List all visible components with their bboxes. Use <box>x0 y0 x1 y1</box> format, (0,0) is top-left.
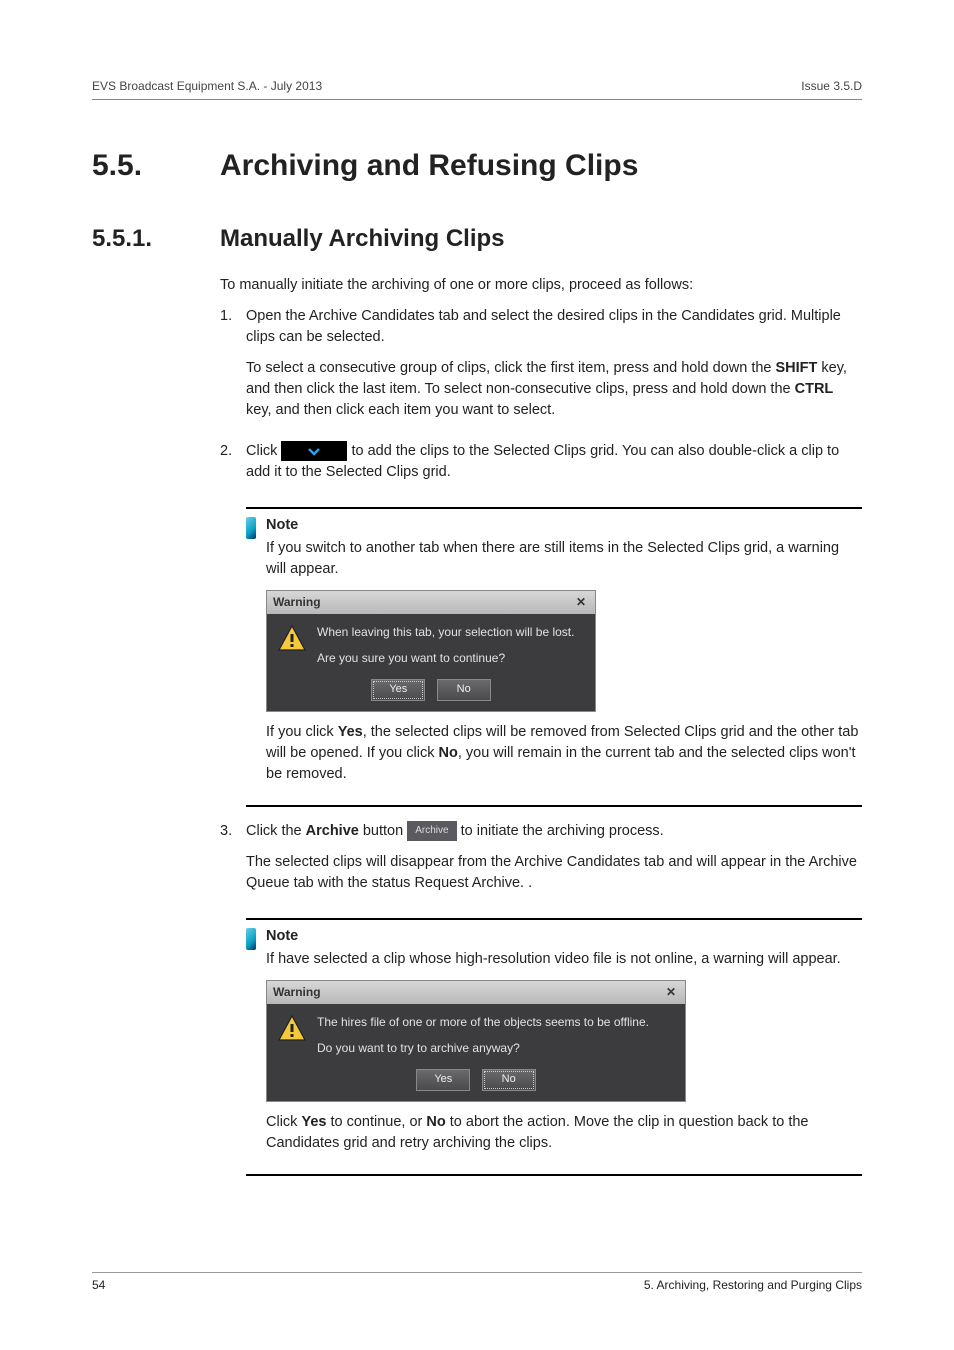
page-footer: 54 5. Archiving, Restoring and Purging C… <box>92 1272 862 1294</box>
yes-button[interactable]: Yes <box>371 679 425 701</box>
note-2-title: Note <box>266 926 862 947</box>
warning-dialog-2: Warning ✕ The hires file of one or more … <box>266 980 686 1102</box>
note-stripe-icon <box>246 928 256 950</box>
subsection-title: Manually Archiving Clips <box>220 222 505 257</box>
step-1-number: 1. <box>220 306 246 431</box>
step-3-number: 3. <box>220 821 246 904</box>
close-icon[interactable]: ✕ <box>663 985 679 1001</box>
add-down-icon <box>281 441 347 461</box>
step-3-p2: The selected clips will disappear from t… <box>246 852 862 894</box>
note-box-2: Note If have selected a clip whose high-… <box>246 918 862 1176</box>
step-3-p1: Click the Archive button Archive to init… <box>246 821 862 842</box>
step-2-number: 2. <box>220 441 246 493</box>
note-1-text: If you switch to another tab when there … <box>266 538 862 580</box>
header-rule <box>92 99 862 100</box>
header-right: Issue 3.5.D <box>801 78 862 95</box>
archive-button-icon: Archive <box>407 821 456 841</box>
step-1: 1. Open the Archive Candidates tab and s… <box>220 306 862 431</box>
close-icon[interactable]: ✕ <box>573 595 589 611</box>
footer-chapter: 5. Archiving, Restoring and Purging Clip… <box>644 1277 862 1294</box>
warning-icon <box>277 1014 307 1042</box>
warning-icon <box>277 624 307 652</box>
step-3: 3. Click the Archive button Archive to i… <box>220 821 862 904</box>
note-stripe-icon <box>246 517 256 539</box>
step-1-p1: Open the Archive Candidates tab and sele… <box>246 306 862 348</box>
section-title: Archiving and Refusing Clips <box>220 144 638 188</box>
step-1-p2: To select a consecutive group of clips, … <box>246 358 862 421</box>
dialog-2-title: Warning <box>273 984 321 1001</box>
note-2-after: Click Yes to continue, or No to abort th… <box>266 1112 862 1154</box>
step-2: 2. Click to add the clips to the Selecte… <box>220 441 862 493</box>
header-left: EVS Broadcast Equipment S.A. - July 2013 <box>92 78 322 95</box>
footer-rule <box>92 1272 862 1273</box>
dialog-2-line1: The hires file of one or more of the obj… <box>317 1014 649 1031</box>
step-2-p: Click to add the clips to the Selected C… <box>246 441 862 483</box>
note-box-1: Note If you switch to another tab when t… <box>246 507 862 807</box>
warning-dialog-1: Warning ✕ When leaving this tab, your se… <box>266 590 596 712</box>
intro-text: To manually initiate the archiving of on… <box>220 275 862 296</box>
note-2-text: If have selected a clip whose high-resol… <box>266 949 862 970</box>
page-number: 54 <box>92 1277 105 1294</box>
section-heading: 5.5. Archiving and Refusing Clips <box>92 144 862 188</box>
note-1-title: Note <box>266 515 862 536</box>
section-number: 5.5. <box>92 144 220 188</box>
subsection-number: 5.5.1. <box>92 222 220 257</box>
dialog-1-line1: When leaving this tab, your selection wi… <box>317 624 574 641</box>
dialog-2-line2: Do you want to try to archive anyway? <box>317 1040 649 1057</box>
note-1-after: If you click Yes, the selected clips wil… <box>266 722 862 785</box>
dialog-1-title: Warning <box>273 594 321 611</box>
dialog-1-line2: Are you sure you want to continue? <box>317 650 574 667</box>
no-button[interactable]: No <box>437 679 491 701</box>
no-button[interactable]: No <box>482 1069 536 1091</box>
subsection-heading: 5.5.1. Manually Archiving Clips <box>92 222 862 257</box>
yes-button[interactable]: Yes <box>416 1069 470 1091</box>
